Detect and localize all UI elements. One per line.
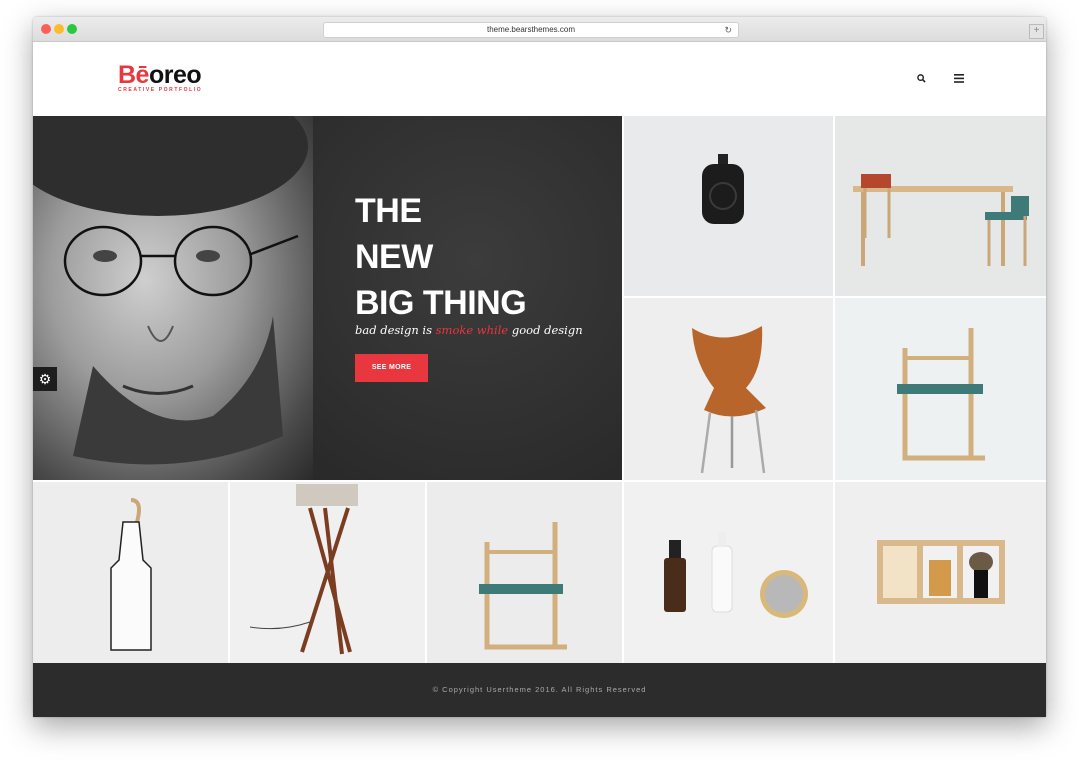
tagline-start: bad design is — [355, 323, 436, 337]
portfolio-item-table-chairs[interactable] — [835, 116, 1046, 296]
portfolio-item-grooming-box[interactable] — [835, 482, 1046, 663]
hero-banner: THE NEW BIG THING bad design is smoke wh… — [33, 116, 622, 480]
new-tab-button[interactable]: + — [1029, 24, 1044, 39]
portfolio-item-wood-chair[interactable] — [624, 298, 833, 480]
browser-window: theme.bearsthemes.com ↻ + Bēoreo CREATIV… — [33, 17, 1046, 717]
tagline-highlight: smoke while — [435, 323, 509, 337]
portfolio-item-floor-lamp[interactable] — [230, 482, 425, 663]
settings-toggle[interactable]: ⚙ — [33, 367, 57, 391]
hero-portrait-image — [33, 116, 313, 480]
site-header: Bēoreo CREATIVE PORTFOLIO — [33, 42, 1046, 116]
portfolio-item-teal-chair[interactable] — [835, 298, 1046, 480]
search-icon[interactable] — [917, 74, 926, 86]
close-window-button[interactable] — [41, 24, 51, 34]
portfolio-item-side-chair[interactable] — [427, 482, 622, 663]
url-text: theme.bearsthemes.com — [486, 25, 576, 34]
gear-icon: ⚙ — [38, 371, 52, 387]
copyright-text: © Copyright Usertheme 2016. All Rights R… — [432, 685, 647, 694]
hero-tagline: bad design is smoke while good design — [355, 323, 583, 337]
logo-text: oreo — [148, 61, 202, 89]
logo-tagline: CREATIVE PORTFOLIO — [118, 87, 203, 93]
hero-title-line-3: BIG THING — [355, 284, 527, 322]
portfolio-item-bottle-lamp[interactable] — [33, 482, 228, 663]
site-logo[interactable]: Bēoreo CREATIVE PORTFOLIO — [118, 62, 202, 93]
maximize-window-button[interactable] — [67, 24, 77, 34]
menu-icon[interactable] — [954, 74, 964, 86]
hero-title: THE NEW BIG THING — [355, 188, 527, 326]
portfolio-item-cosmetics[interactable] — [624, 482, 833, 663]
logo-accent-text: Bē — [118, 61, 149, 89]
minimize-window-button[interactable] — [54, 24, 64, 34]
tagline-end: good design — [508, 323, 583, 337]
browser-titlebar: theme.bearsthemes.com ↻ + — [33, 17, 1046, 42]
portfolio-item-speaker[interactable] — [624, 116, 833, 296]
address-bar[interactable]: theme.bearsthemes.com ↻ — [323, 22, 739, 38]
site-footer: © Copyright Usertheme 2016. All Rights R… — [33, 663, 1046, 717]
hero-title-line-2: NEW — [355, 238, 433, 276]
hero-title-line-1: THE — [355, 192, 422, 230]
see-more-button[interactable]: SEE MORE — [355, 354, 428, 382]
reload-icon[interactable]: ↻ — [724, 23, 732, 37]
